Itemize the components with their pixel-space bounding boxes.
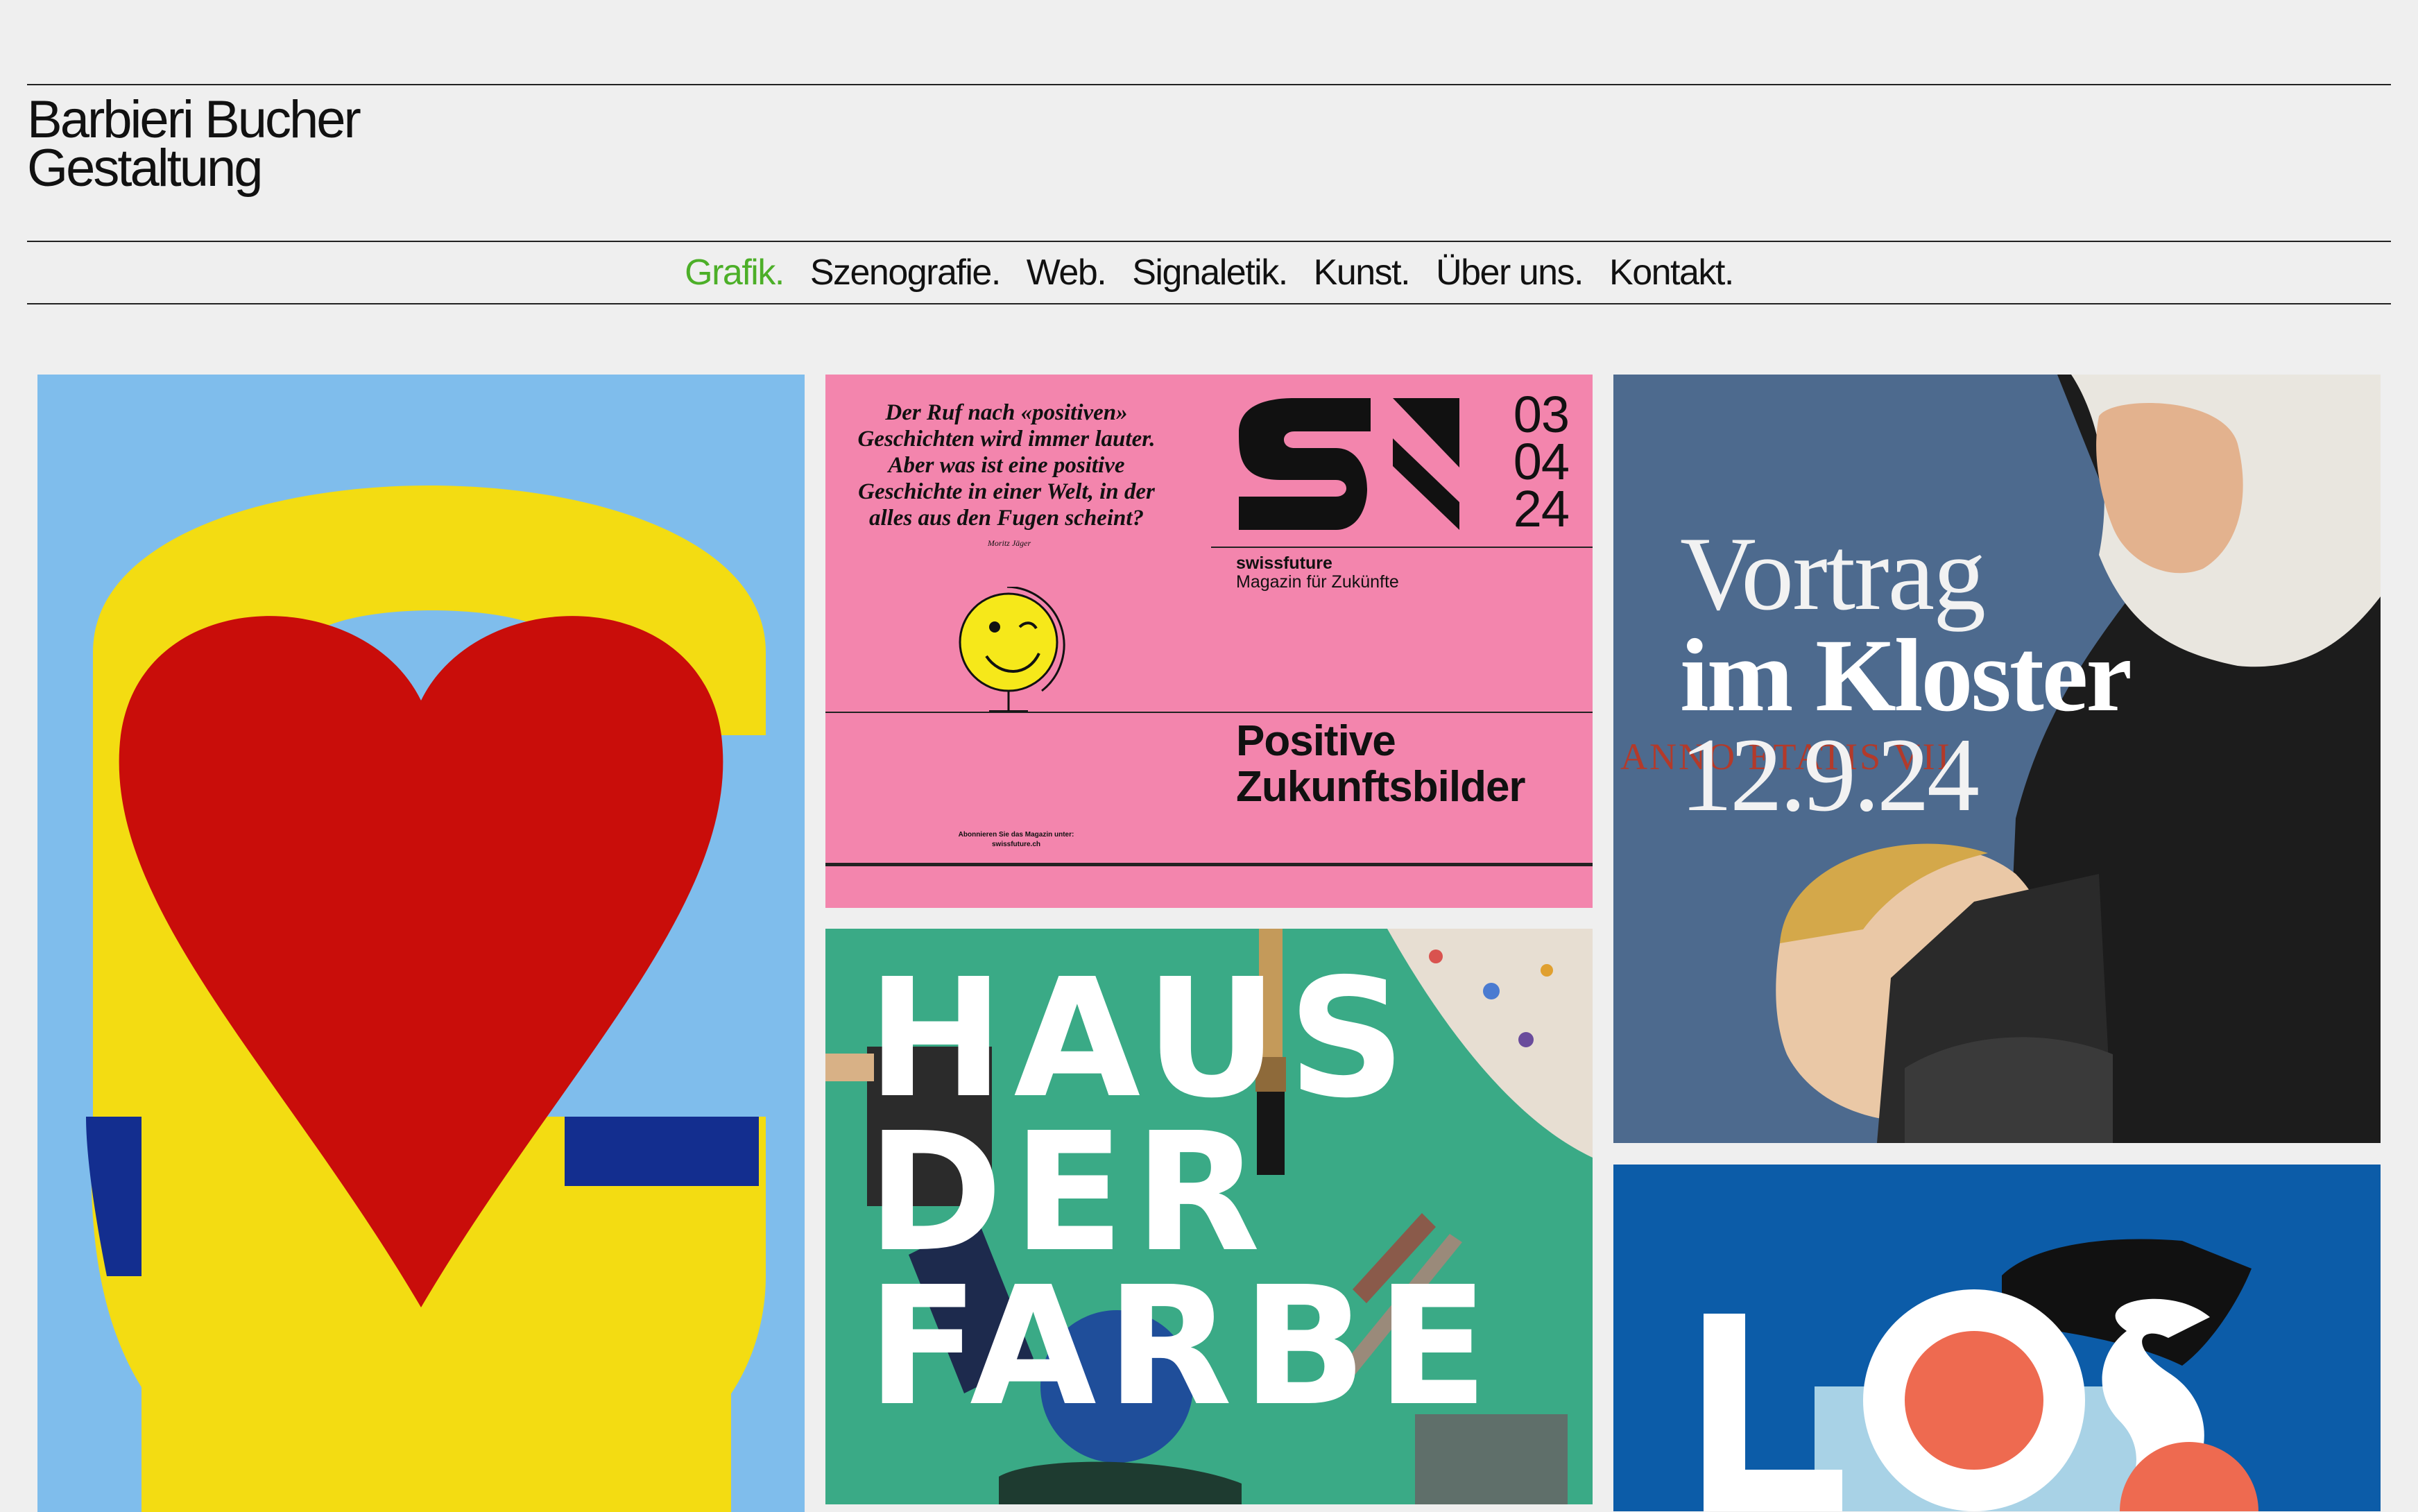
- swissfuture-title: Positive Zukunftsbilder: [1236, 717, 1526, 811]
- haus-line2: DER: [867, 1097, 1270, 1288]
- subscribe-line1: Abonnieren Sie das Magazin unter:: [958, 831, 1074, 839]
- vortrag-date: 12.9.24: [1680, 716, 1980, 833]
- project-tile-los[interactable]: [1613, 1165, 2381, 1511]
- swissfuture-title-line2: Zukunftsbilder: [1236, 763, 1526, 811]
- main-nav: Grafik. Szenografie. Web. Signaletik. Ku…: [0, 248, 2418, 297]
- header-top-rule: [27, 84, 2391, 85]
- swissfuture-dates: 03 04 24: [1513, 386, 1570, 538]
- los-poster-image: [1613, 1165, 2381, 1511]
- divider: [825, 712, 1593, 713]
- smiley-globe-icon: [959, 587, 1065, 713]
- haus-line1: HAUS: [867, 943, 1416, 1134]
- brand-logo[interactable]: Barbieri Bucher Gestaltung: [27, 90, 361, 198]
- nav-bottom-rule: [27, 303, 2391, 304]
- divider: [1211, 547, 1593, 548]
- swissfuture-logo: [1239, 398, 1459, 530]
- brand-line-2: Gestaltung: [27, 139, 264, 198]
- divider: [825, 863, 1593, 866]
- swissfuture-name: swissfuture: [1236, 553, 1332, 573]
- nav-item-kontakt[interactable]: Kontakt.: [1609, 252, 1734, 293]
- swissfuture-subscribe: Abonnieren Sie das Magazin unter: swissf…: [936, 830, 1096, 850]
- date-month: 04: [1513, 433, 1570, 490]
- project-tile-haus-der-farbe[interactable]: HAUS DER FARBE: [825, 929, 1593, 1504]
- nav-item-kunst[interactable]: Kunst.: [1314, 252, 1411, 293]
- brand-line-1: Barbieri Bucher: [27, 90, 361, 149]
- haus-line3: FARBE: [867, 1251, 1498, 1442]
- haus-der-farbe-title: HAUS DER FARBE: [867, 943, 1498, 1442]
- nav-item-web[interactable]: Web.: [1027, 252, 1107, 293]
- nav-item-ueber-uns[interactable]: Über uns.: [1436, 252, 1584, 293]
- swissfuture-title-line1: Positive: [1236, 717, 1396, 765]
- project-tile-vortrag-im-kloster[interactable]: ANNO ETATIS VII Vortrag im Kloster 12.9.…: [1613, 375, 2381, 1143]
- swissfuture-author: Moritz Jäger: [987, 538, 1031, 548]
- date-year: 24: [1513, 480, 1570, 538]
- nav-item-grafik[interactable]: Grafik.: [685, 252, 784, 293]
- swissfuture-quote: Der Ruf nach «positiven» Geschichten wir…: [857, 400, 1156, 531]
- date-day: 03: [1513, 386, 1570, 443]
- subscribe-line2: swissfuture.ch: [991, 841, 1041, 848]
- nav-item-szenografie[interactable]: Szenografie.: [810, 252, 1001, 293]
- heart-poster-image: [86, 486, 766, 1512]
- project-tile-heart-poster[interactable]: [37, 375, 805, 1512]
- swissfuture-subtitle: Magazin für Zukünfte: [1236, 572, 1399, 592]
- project-tile-swissfuture[interactable]: Der Ruf nach «positiven» Geschichten wir…: [825, 375, 1593, 908]
- nav-top-rule: [27, 241, 2391, 242]
- nav-item-signaletik[interactable]: Signaletik.: [1132, 252, 1288, 293]
